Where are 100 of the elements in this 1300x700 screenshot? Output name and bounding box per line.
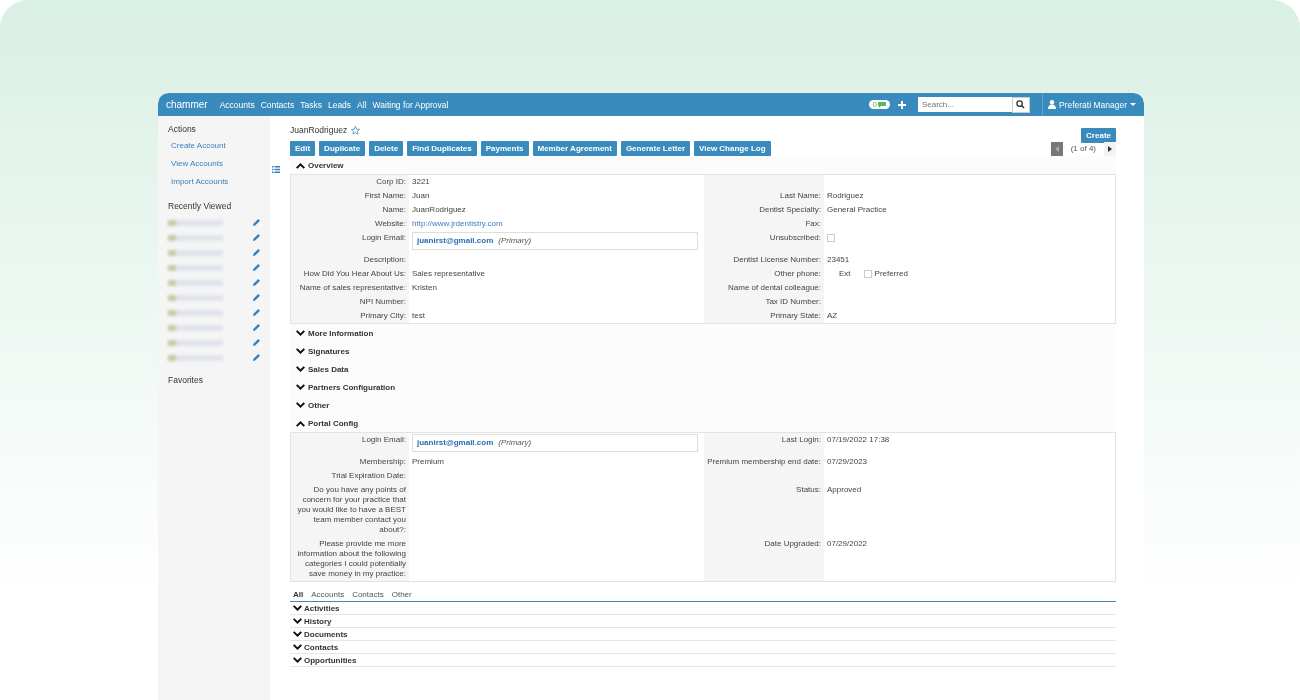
user-menu[interactable]: Preferati Manager (1041, 93, 1136, 116)
app-logo[interactable]: chammer (166, 99, 208, 110)
chevron-icon (296, 419, 305, 427)
field-label: Login Email: (361, 435, 406, 444)
action-button[interactable]: Generate Letter (620, 141, 691, 156)
nav-link[interactable]: Accounts (219, 99, 255, 110)
pencil-icon[interactable] (253, 354, 260, 361)
nav-link[interactable]: Waiting for Approval (372, 99, 449, 110)
action-button[interactable]: Payments (480, 141, 529, 156)
plus-icon[interactable] (897, 100, 906, 109)
field-label: Description: (363, 255, 406, 264)
field-label: Unsubscribed: (769, 233, 821, 242)
tab[interactable]: Other (391, 590, 412, 599)
chevron-icon (296, 383, 305, 391)
pencil-icon[interactable] (253, 294, 260, 301)
pencil-icon[interactable] (253, 219, 260, 226)
nav-link[interactable]: Leads (327, 99, 352, 110)
field-label: NPI Number: (359, 297, 406, 306)
action-button[interactable]: Duplicate (319, 141, 366, 156)
sidebar-link[interactable]: Create Account (171, 141, 270, 150)
list-icon[interactable] (272, 166, 280, 173)
pencil-icon[interactable] (253, 264, 260, 271)
field-value: JuanRodriguez (412, 205, 466, 214)
field-value: Sales representative (412, 269, 485, 278)
pencil-icon[interactable] (253, 324, 260, 331)
pencil-icon[interactable] (253, 249, 260, 256)
sidebar-link[interactable]: Import Accounts (171, 177, 270, 186)
nav-link[interactable]: All (357, 99, 367, 110)
field-label: Do you have any points of concern for your practice that you would like to have a BEST team member contact you about?: (297, 485, 406, 534)
chevron-icon (296, 365, 305, 373)
field-label: Last Name: (780, 191, 821, 200)
field-value: 07/29/2023 (827, 457, 868, 466)
pencil-icon[interactable] (253, 234, 260, 241)
star-icon[interactable] (351, 125, 361, 135)
field-label: Status: (796, 485, 821, 494)
field-value: 07/29/2022 (827, 539, 868, 548)
tab[interactable]: Accounts (311, 590, 345, 599)
ext-label: Ext (839, 269, 851, 279)
field-value: test (412, 311, 425, 320)
field-value: AZ (827, 311, 838, 320)
field-label: Name of dental colleague: (728, 283, 821, 292)
action-button[interactable]: View Change Log (694, 141, 771, 156)
chevron-icon (296, 347, 305, 355)
checkbox[interactable] (827, 233, 835, 242)
pencil-icon[interactable] (253, 279, 260, 286)
checkbox-label: Preferred (874, 269, 908, 279)
nav-link[interactable]: Tasks (300, 99, 322, 110)
field-label: Login Email: (361, 233, 406, 242)
action-button[interactable]: Find Duplicates (407, 141, 477, 156)
field-label: Other phone: (774, 269, 821, 278)
search-button[interactable] (1011, 96, 1030, 113)
field-label: Membership: (359, 457, 406, 466)
field-label: Website: (375, 219, 406, 228)
primary-tag: (Primary) (498, 236, 532, 246)
field-label: First Name: (364, 191, 406, 200)
field-value: 3221 (412, 177, 430, 186)
field-label: Name: (382, 205, 406, 214)
field-value: Approved (827, 485, 862, 494)
record-title: JuanRodriguez (290, 125, 348, 135)
chat-toggle[interactable]: 0 (868, 100, 890, 109)
chevron-icon (296, 329, 305, 337)
sidebar-heading: Recently Viewed (168, 201, 233, 211)
primary-tag: (Primary) (498, 438, 532, 448)
field-label: Primary State: (770, 311, 821, 320)
field-label: Premium membership end date: (707, 457, 821, 466)
field-value: General Practice (827, 205, 887, 214)
related-list-header[interactable]: Contacts (290, 641, 1116, 654)
search-field[interactable]: Search... (917, 97, 1012, 112)
related-list-header[interactable]: Opportunities (290, 654, 1116, 667)
field-label: Tax ID Number: (765, 297, 821, 306)
checkbox[interactable] (863, 270, 872, 278)
action-button[interactable]: Member Agreement (532, 141, 617, 156)
related-list-header[interactable]: Documents (290, 628, 1116, 641)
nav-link[interactable]: Contacts (260, 99, 295, 110)
email-link[interactable]: juanirst@gmail.com (417, 438, 494, 448)
tab[interactable]: All (293, 590, 304, 599)
pencil-icon[interactable] (253, 309, 260, 316)
right-triangle-icon (1108, 145, 1112, 152)
related-list-header[interactable]: History (290, 615, 1116, 628)
create-button[interactable]: Create (1081, 127, 1116, 143)
chat-icon (877, 101, 886, 108)
email-link[interactable]: juanirst@gmail.com (417, 236, 494, 246)
tab[interactable]: Contacts (352, 590, 384, 599)
field-value: 07/19/2022 17:38 (827, 435, 890, 444)
action-button[interactable]: Delete (369, 141, 404, 156)
action-button[interactable]: Edit (290, 141, 316, 156)
page-count: (1 of 4) (1070, 144, 1096, 153)
field-label: Dentist Specialty: (759, 205, 821, 214)
user-icon (1047, 100, 1056, 109)
pencil-icon[interactable] (253, 339, 260, 346)
field-label: Dentist License Number: (733, 255, 821, 264)
field-label: How Did You Hear About Us: (303, 269, 406, 278)
sidebar-heading: Actions (168, 124, 197, 134)
related-list-header[interactable]: Activities (290, 602, 1116, 615)
field-label: Primary City: (360, 311, 406, 320)
field-value: Juan (412, 191, 430, 200)
field-label: Date Upgraded: (764, 539, 821, 548)
website-link[interactable]: http://www.jrdentistry.com (412, 219, 503, 228)
sidebar-link[interactable]: View Accounts (171, 159, 270, 168)
left-triangle-icon (1054, 145, 1059, 152)
